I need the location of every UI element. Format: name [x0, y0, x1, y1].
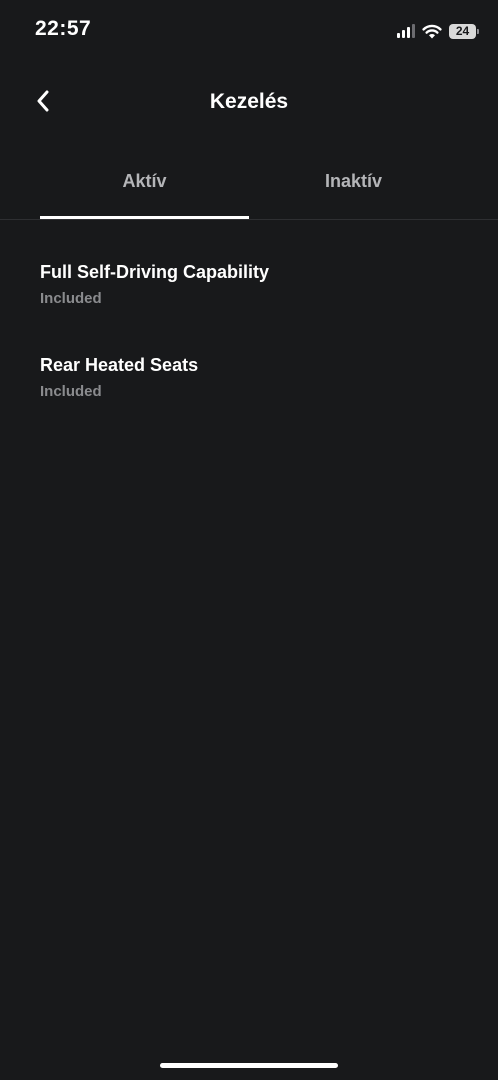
signal-icon	[397, 24, 415, 38]
list-item: Rear Heated Seats Included	[40, 351, 460, 444]
status-bar: 22:57 24	[0, 0, 498, 60]
status-time: 22:57	[35, 17, 92, 40]
feature-name: Rear Heated Seats	[40, 355, 199, 375]
feature-name: Full Self-Driving Capability	[40, 262, 270, 282]
header: Kezelés	[0, 80, 498, 126]
page-title: Kezelés	[209, 90, 289, 113]
tab-active-label: Aktív	[122, 171, 167, 191]
screen: 22:57 24 Kezelés Aktív Inaktív Full Self…	[0, 0, 498, 1080]
feature-status: Included	[40, 383, 102, 400]
battery-icon: 24	[449, 23, 479, 39]
feature-status: Included	[40, 290, 102, 307]
tab-active[interactable]: Aktív	[40, 160, 249, 219]
list-item: Full Self-Driving Capability Included	[40, 258, 460, 351]
feature-list: Full Self-Driving Capability Included Re…	[40, 258, 460, 444]
tab-bar: Aktív Inaktív	[0, 160, 498, 220]
wifi-icon	[422, 24, 442, 38]
status-icons: 24	[397, 21, 479, 41]
home-indicator[interactable]	[160, 1063, 338, 1068]
tab-inactive[interactable]: Inaktív	[249, 160, 458, 218]
tab-inactive-label: Inaktív	[324, 171, 383, 191]
